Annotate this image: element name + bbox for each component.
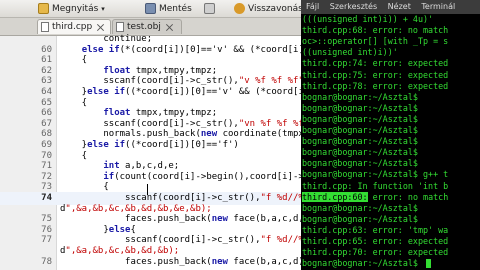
- terminal-line: third.cpp:63: error: 'tmp' wa: [302, 224, 449, 235]
- terminal-line: third.cpp:75: error: expected: [302, 69, 449, 80]
- document-icon: [41, 22, 49, 32]
- terminal-line: bognar@bognar:~/Asztal$ g++ t: [302, 169, 449, 180]
- printer-icon: [204, 3, 215, 14]
- menu-view[interactable]: Nézet: [388, 2, 411, 11]
- terminal-line: third.cpp: In function 'int b: [302, 180, 449, 191]
- tab-test-obj[interactable]: test.obj: [112, 19, 182, 34]
- close-icon[interactable]: [165, 23, 174, 32]
- terminal-line: bognar@bognar:~/Asztal$: [302, 147, 418, 158]
- menu-file[interactable]: Fájl: [306, 2, 319, 11]
- folder-icon: [38, 3, 49, 14]
- close-icon[interactable]: [96, 23, 105, 32]
- terminal-line: oc>::operator[] [with _Tp = s: [302, 36, 449, 47]
- terminal-line: third.cpp:78: error: expected: [302, 80, 449, 91]
- save-icon: [145, 3, 156, 14]
- terminal-line: bognar@bognar:~/Asztal$: [302, 213, 418, 224]
- terminal-line: (((unsigned int)i)) + 4u)': [302, 14, 434, 24]
- code-area[interactable]: continue; 60 else if(*(coord[i])[0]=='v' …: [0, 34, 301, 270]
- text-editor-window: Megnyitás ▾ Mentés Visszavonás third.cpp: [0, 0, 301, 270]
- terminal-window[interactable]: Fájl Szerkesztés Nézet Terminál (((unsig…: [301, 0, 480, 270]
- code-line[interactable]: 78 faces.push_back(new face(b,a,c,d);: [0, 256, 301, 269]
- line-number: 78: [41, 256, 52, 267]
- chevron-down-icon[interactable]: ▾: [101, 5, 105, 13]
- menu-edit[interactable]: Szerkesztés: [330, 2, 377, 11]
- screen: Megnyitás ▾ Mentés Visszavonás third.cpp: [0, 0, 480, 270]
- terminal-line: bognar@bognar:~/Asztal$: [302, 202, 418, 213]
- save-button[interactable]: Mentés: [145, 1, 192, 16]
- save-label: Mentés: [159, 3, 192, 14]
- terminal-line: third.cpp:68: error: no match: [302, 25, 449, 36]
- terminal-line: bognar@bognar:~/Asztal$: [302, 125, 418, 135]
- terminal-cursor: [426, 259, 431, 269]
- text-cursor: [147, 184, 148, 195]
- terminal-line: bognar@bognar:~/Asztal$: [302, 113, 418, 124]
- document-icon: [116, 22, 124, 32]
- terminal-menubar: Fájl Szerkesztés Nézet Terminál: [301, 0, 480, 14]
- tab-label: test.obj: [127, 22, 161, 32]
- undo-button[interactable]: Visszavonás: [234, 1, 301, 16]
- tab-third-cpp[interactable]: third.cpp: [37, 19, 111, 34]
- terminal-line: bognar@bognar:~/Asztal$: [302, 91, 418, 102]
- terminal-line: ((unsigned int)i))': [302, 47, 398, 58]
- terminal-line: bognar@bognar:~/Asztal$: [302, 136, 418, 147]
- tab-label: third.cpp: [52, 22, 93, 32]
- line-text: faces.push_back(new face(b,a,c,d);: [60, 256, 301, 267]
- terminal-line: third.cpp:74: error: expected: [302, 58, 449, 69]
- terminal-line: bognar@bognar:~/Asztal$: [302, 102, 418, 113]
- terminal-line: bognar@bognar:~/Asztal$: [302, 258, 418, 269]
- open-button[interactable]: Megnyitás ▾: [38, 1, 105, 16]
- terminal-line: third.cpp:65: error: expected: [302, 236, 449, 246]
- undo-icon: [234, 3, 245, 14]
- print-button[interactable]: [204, 1, 218, 16]
- open-label: Megnyitás: [52, 3, 99, 14]
- terminal-line: third.cpp:60: error: no match: [302, 191, 449, 202]
- editor-toolbar: Megnyitás ▾ Mentés Visszavonás: [0, 0, 301, 18]
- menu-terminal[interactable]: Terminál: [421, 2, 455, 11]
- terminal-line: bognar@bognar:~/Asztal$: [302, 158, 418, 169]
- terminal-line: third.cpp:70: error: expected: [302, 247, 449, 258]
- undo-label: Visszavonás: [248, 3, 301, 14]
